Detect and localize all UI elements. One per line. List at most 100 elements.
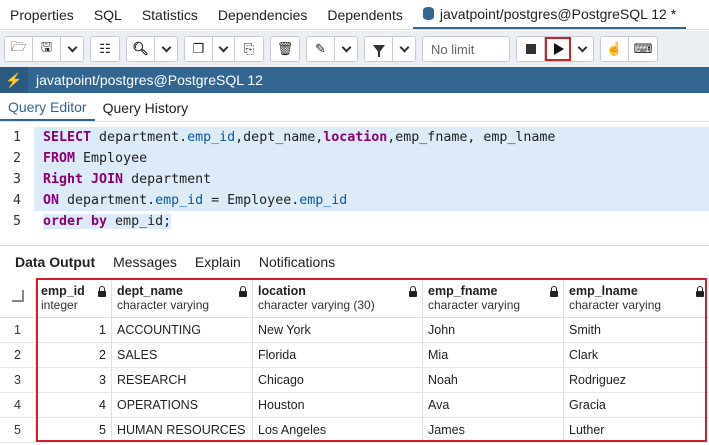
tab-sql[interactable]: SQL <box>84 0 132 29</box>
select-all-corner[interactable] <box>0 278 36 317</box>
cell-dept-name[interactable]: RESEARCH <box>112 368 253 392</box>
tab-statistics[interactable]: Statistics <box>132 0 208 29</box>
tab-label: Query History <box>102 99 189 116</box>
tab-query-editor[interactable]: Query Editor <box>0 94 95 121</box>
cell-emp-fname[interactable]: Ava <box>423 393 564 417</box>
line-number: 5 <box>12 214 21 229</box>
download-button[interactable]: ⌨ <box>629 37 657 61</box>
tab-messages[interactable]: Messages <box>104 254 186 270</box>
edit-grid-button[interactable]: ☷ <box>91 37 119 61</box>
code-text: FROM Employee <box>34 148 709 169</box>
paste-button[interactable]: ⎘ <box>235 37 263 61</box>
code-content: Right JOIN department <box>43 172 211 187</box>
column-header-emp-lname[interactable]: emp_lname character varying <box>564 278 709 317</box>
lock-icon <box>98 286 106 297</box>
tab-dependencies[interactable]: Dependencies <box>208 0 318 29</box>
tab-data-output[interactable]: Data Output <box>6 254 104 270</box>
execute-dropdown-button[interactable] <box>571 37 593 61</box>
cell-emp-id[interactable]: 5 <box>36 418 112 442</box>
column-header-emp-fname[interactable]: emp_fname character varying <box>423 278 564 317</box>
cell-emp-lname[interactable]: Gracia <box>564 393 709 417</box>
sql-text: emp_id; <box>107 214 172 229</box>
code-content: FROM Employee <box>43 151 147 166</box>
sql-text: ,emp_fname, emp_lname <box>387 130 556 145</box>
cell-emp-lname[interactable]: Rodriguez <box>564 368 709 392</box>
cell-location[interactable]: Houston <box>253 393 423 417</box>
paste-icon: ⎘ <box>243 41 255 56</box>
sql-editor[interactable]: 1 SELECT department.emp_id,dept_name,loca… <box>0 127 709 235</box>
filter-dropdown-button[interactable] <box>393 37 415 61</box>
copy-button[interactable]: ❐ <box>185 37 213 61</box>
table-row[interactable]: 3 3 RESEARCH Chicago Noah Rodriguez <box>0 368 709 393</box>
column-type: integer <box>41 297 78 312</box>
tab-query-tool[interactable]: javatpoint/postgres@PostgreSQL 12 * <box>412 0 687 29</box>
cell-location[interactable]: Chicago <box>253 368 423 392</box>
table-row[interactable]: 5 5 HUMAN RESOURCES Los Angeles James Luther <box>0 418 709 443</box>
cell-emp-id[interactable]: 3 <box>36 368 112 392</box>
copy-dropdown-button[interactable] <box>213 37 235 61</box>
row-limit-select[interactable]: No limit <box>423 37 509 61</box>
cell-dept-name[interactable]: OPERATIONS <box>112 393 253 417</box>
sql-keyword: Right JOIN <box>43 172 124 187</box>
find-dropdown-button[interactable] <box>155 37 177 61</box>
column-header-dept-name[interactable]: dept_name character varying <box>112 278 253 317</box>
search-icon: 🔍︎ <box>132 41 149 56</box>
plug-icon[interactable]: ⚡ <box>0 67 28 93</box>
save-button[interactable]: 🖫 <box>33 37 61 61</box>
cell-location[interactable]: Los Angeles <box>253 418 423 442</box>
column-name: emp_fname <box>428 283 498 298</box>
cell-location[interactable]: Florida <box>253 343 423 367</box>
column-name: emp_lname <box>569 283 638 298</box>
cell-emp-fname[interactable]: Noah <box>423 368 564 392</box>
macros-button[interactable]: ☝ <box>601 37 629 61</box>
column-type: character varying <box>569 297 662 312</box>
row-number[interactable]: 1 <box>0 318 36 342</box>
save-dropdown-button[interactable] <box>61 37 83 61</box>
stop-button[interactable] <box>517 37 545 61</box>
row-limit-value: No limit <box>431 41 475 57</box>
cell-emp-fname[interactable]: James <box>423 418 564 442</box>
sql-text: department <box>123 172 212 187</box>
tab-query-history[interactable]: Query History <box>95 94 197 121</box>
cell-dept-name[interactable]: SALES <box>112 343 253 367</box>
cell-emp-id[interactable]: 2 <box>36 343 112 367</box>
column-header-emp-id[interactable]: emp_id integer <box>36 278 112 317</box>
editor-line: 3 Right JOIN department <box>0 169 709 190</box>
column-header-location[interactable]: location character varying (30) <box>253 278 423 317</box>
edit-button[interactable]: ✎ <box>307 37 335 61</box>
tab-label: Properties <box>10 6 74 23</box>
table-icon: ☷ <box>99 41 111 56</box>
open-file-button[interactable]: 🗁 <box>5 37 33 61</box>
cell-emp-fname[interactable]: Mia <box>423 343 564 367</box>
row-number[interactable]: 3 <box>0 368 36 392</box>
cell-emp-id[interactable]: 4 <box>36 393 112 417</box>
cell-dept-name[interactable]: HUMAN RESOURCES <box>112 418 253 442</box>
cell-dept-name[interactable]: ACCOUNTING <box>112 318 253 342</box>
execute-button[interactable] <box>545 37 571 61</box>
table-row[interactable]: 2 2 SALES Florida Mia Clark <box>0 343 709 368</box>
edit-dropdown-button[interactable] <box>335 37 357 61</box>
column-name: dept_name <box>117 283 183 298</box>
row-number[interactable]: 4 <box>0 393 36 417</box>
cell-emp-lname[interactable]: Smith <box>564 318 709 342</box>
table-row[interactable]: 4 4 OPERATIONS Houston Ava Gracia <box>0 393 709 418</box>
cell-emp-lname[interactable]: Clark <box>564 343 709 367</box>
cell-location[interactable]: New York <box>253 318 423 342</box>
tab-dependents[interactable]: Dependents <box>317 0 413 29</box>
result-tabs: Data Output Messages Explain Notificatio… <box>0 245 709 277</box>
cell-emp-id[interactable]: 1 <box>36 318 112 342</box>
tab-label: Notifications <box>258 253 336 270</box>
query-toolbar: 🗁 🖫 ☷ 🔍︎ ❐ ⎘ 🗑︎ ✎ No limit ☝ ⌨ <box>0 31 709 67</box>
filter-button[interactable] <box>365 37 393 61</box>
delete-button[interactable]: 🗑︎ <box>271 37 299 61</box>
row-number[interactable]: 5 <box>0 418 36 442</box>
delete-group: 🗑︎ <box>270 36 300 62</box>
cell-emp-lname[interactable]: Luther <box>564 418 709 442</box>
tab-notifications[interactable]: Notifications <box>250 254 344 270</box>
find-button[interactable]: 🔍︎ <box>127 37 155 61</box>
tab-properties[interactable]: Properties <box>0 0 84 29</box>
tab-explain[interactable]: Explain <box>186 254 250 270</box>
cell-emp-fname[interactable]: John <box>423 318 564 342</box>
table-row[interactable]: 1 1 ACCOUNTING New York John Smith <box>0 318 709 343</box>
row-number[interactable]: 2 <box>0 343 36 367</box>
